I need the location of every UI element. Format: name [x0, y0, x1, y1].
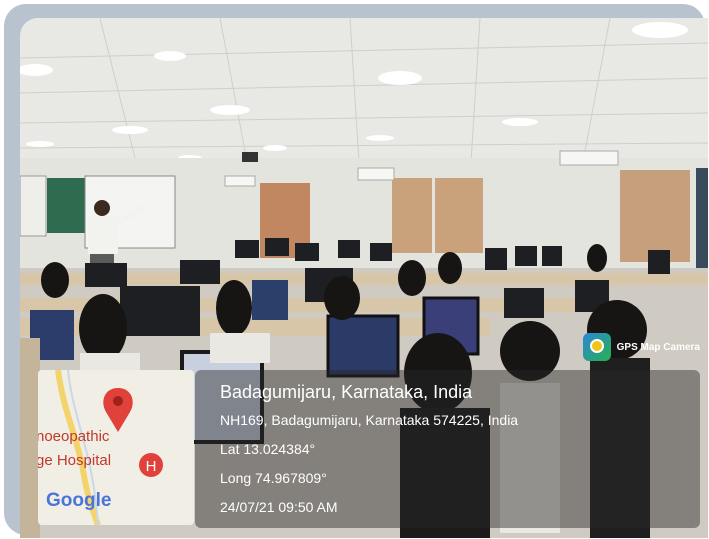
- gps-watermark: GPS Map Camera: [582, 333, 700, 361]
- map-place-label: noeopathic: [38, 428, 110, 445]
- location-address: NH169, Badagumijaru, Karnataka 574225, I…: [220, 412, 519, 428]
- map-place-label: ge Hospital: [38, 452, 112, 469]
- timestamp: 24/07/21 09:50 AM: [220, 499, 338, 515]
- map-thumbnail: H noeopathic ge Hospital Google: [38, 370, 194, 525]
- hospital-marker-icon: H: [139, 453, 163, 477]
- location-pin-icon: [103, 388, 133, 432]
- latitude: Lat 13.024384°: [220, 441, 316, 457]
- location-title: Badagumijaru, Karnataka, India: [220, 382, 473, 402]
- longitude: Long 74.967809°: [220, 470, 327, 486]
- watermark-label: GPS Map Camera: [616, 341, 700, 353]
- svg-text:H: H: [146, 458, 157, 475]
- google-logo: Google: [46, 490, 112, 511]
- gps-map-camera-icon: [582, 333, 611, 361]
